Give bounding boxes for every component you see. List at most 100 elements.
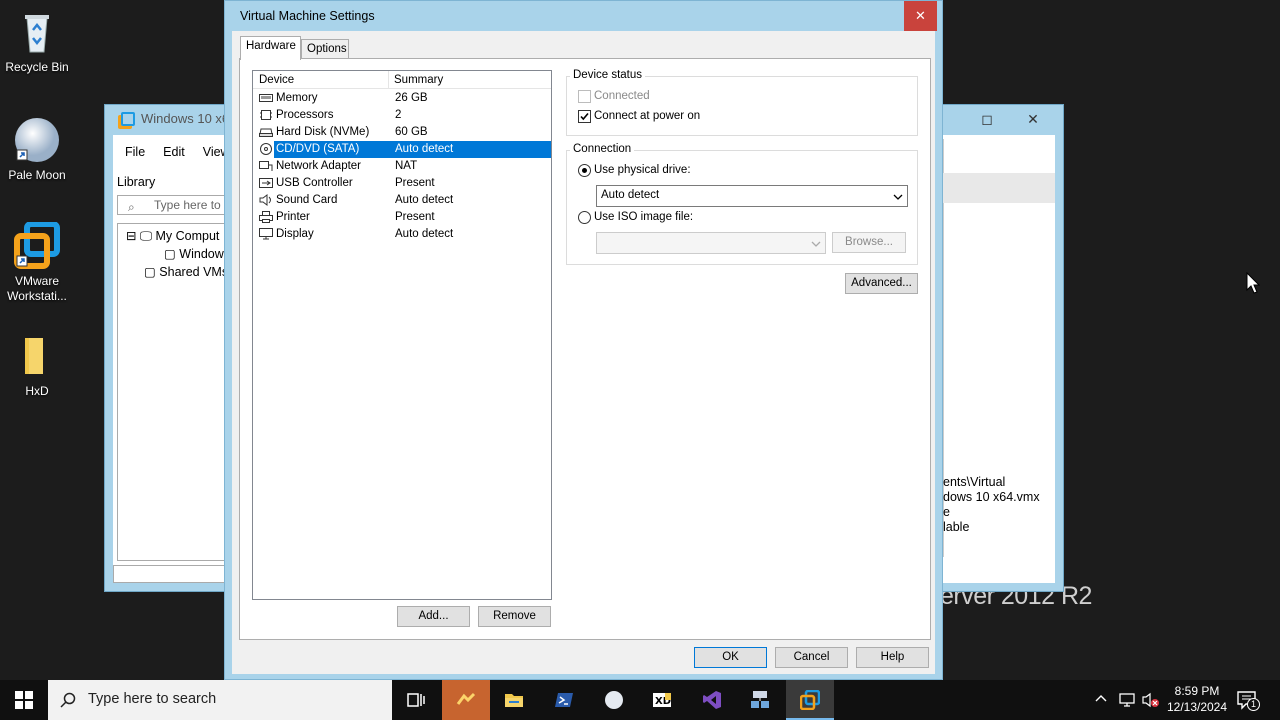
device-name: Hard Disk (NVMe)	[276, 126, 370, 138]
device-summary: Auto detect	[395, 228, 454, 240]
chevron-up-icon	[1095, 695, 1107, 702]
chevron-down-icon	[893, 194, 903, 200]
device-summary: 26 GB	[395, 92, 428, 104]
mouse-cursor-icon	[1246, 272, 1260, 294]
device-name: Network Adapter	[276, 160, 362, 172]
desktop-icon-recycle-bin[interactable]: Recycle Bin	[0, 8, 74, 75]
taskbar-app-visual-studio[interactable]	[688, 680, 736, 720]
device-row-usb-controller[interactable]: USB Controller Present	[254, 175, 552, 192]
hxd-app-icon	[456, 692, 476, 705]
device-row-printer[interactable]: Printer Present	[254, 209, 552, 226]
tray-clock[interactable]: 8:59 PM 12/13/2024	[1166, 680, 1228, 720]
remove-device-button[interactable]: Remove	[478, 606, 551, 627]
cancel-button[interactable]: Cancel	[775, 647, 848, 668]
physical-drive-select[interactable]: Auto detect	[596, 185, 908, 207]
device-row-network-adapter[interactable]: Network Adapter NAT	[254, 158, 552, 175]
add-device-button[interactable]: Add...	[397, 606, 470, 627]
detail-line: e	[943, 505, 950, 519]
tray-show-hidden-icons[interactable]	[1094, 692, 1108, 720]
device-list[interactable]: Device Summary Memory 26 GB Processors 2	[252, 70, 552, 600]
column-summary[interactable]: Summary	[394, 74, 443, 86]
taskbar-search-box[interactable]: Type here to search	[48, 680, 392, 720]
column-device[interactable]: Device	[259, 74, 294, 86]
device-status-label: Device status	[570, 69, 646, 81]
use-iso-image-radio[interactable]	[578, 211, 591, 224]
tab-hardware[interactable]: Hardware	[240, 36, 301, 60]
connect-at-power-on-checkbox[interactable]	[578, 110, 591, 123]
physical-drive-value: Auto detect	[601, 189, 660, 201]
menu-file[interactable]: File	[125, 145, 145, 159]
taskbar-app-file-explorer[interactable]	[490, 680, 538, 720]
detail-line: ents\Virtual	[943, 475, 1006, 489]
notification-count-badge: 1	[1247, 698, 1260, 711]
vmware-icon	[800, 690, 820, 710]
tree-item-my-computer[interactable]: ⊟ 🖵 My Comput	[126, 228, 219, 244]
start-button[interactable]	[0, 680, 48, 720]
windows-logo-icon	[15, 691, 33, 709]
device-row-memory[interactable]: Memory 26 GB	[254, 90, 552, 107]
network-icon	[1119, 693, 1135, 707]
library-search-input[interactable]: ⌕ Type here to s	[117, 195, 237, 215]
detail-line: dows 10 x64.vmx	[943, 490, 1040, 504]
device-row-sound-card[interactable]: Sound Card Auto detect	[254, 192, 552, 209]
help-button[interactable]: Help	[856, 647, 929, 668]
device-list-header: Device Summary	[253, 71, 551, 89]
hard-disk-icon	[259, 128, 273, 137]
taskbar-app-vmware[interactable]	[786, 680, 834, 720]
taskbar-app-powershell[interactable]	[540, 680, 588, 720]
taskbar: Type here to search XD 8:59 PM 12/13/202…	[0, 680, 1280, 720]
tree-item-vm[interactable]: ▢ Window	[164, 246, 224, 261]
taskbar-app-pale-moon[interactable]	[590, 680, 638, 720]
tray-network[interactable]	[1118, 692, 1136, 720]
use-physical-drive-label: Use physical drive:	[594, 164, 691, 176]
connected-checkbox[interactable]	[578, 90, 591, 103]
processor-icon	[260, 110, 272, 120]
library-tree[interactable]: ⊟ 🖵 My Comput ▢ Window ▢ Shared VMs	[117, 223, 239, 561]
browse-button[interactable]: Browse...	[832, 232, 906, 253]
vmware-icon	[13, 221, 61, 270]
tray-volume[interactable]	[1142, 692, 1160, 720]
menu-edit[interactable]: Edit	[163, 145, 185, 159]
desktop-icon-label: HxD	[25, 384, 49, 398]
device-row-processors[interactable]: Processors 2	[254, 107, 552, 124]
iso-image-select[interactable]	[596, 232, 826, 254]
vm-settings-dialog[interactable]: Virtual Machine Settings ✕ Hardware Opti…	[224, 0, 943, 680]
device-row-hard-disk[interactable]: Hard Disk (NVMe) 60 GB	[254, 124, 552, 141]
advanced-button[interactable]: Advanced...	[845, 273, 918, 294]
taskbar-search-placeholder: Type here to search	[88, 691, 217, 707]
device-row-cd-dvd[interactable]: CD/DVD (SATA) Auto detect	[254, 141, 552, 158]
device-name: CD/DVD (SATA)	[276, 143, 360, 155]
action-center-button[interactable]: 1	[1236, 690, 1260, 720]
taskbar-app-hex-editor[interactable]: XD	[638, 680, 686, 720]
tree-item-shared-vms[interactable]: ▢ Shared VMs	[144, 264, 228, 279]
taskbar-app-network[interactable]	[736, 680, 784, 720]
device-status-group	[566, 76, 918, 136]
use-iso-image-label: Use ISO image file:	[594, 211, 694, 223]
recycle-bin-icon	[13, 8, 61, 56]
use-physical-drive-radio[interactable]	[578, 164, 591, 177]
ok-button[interactable]: OK	[694, 647, 767, 668]
window-title: Windows 10 x64	[121, 111, 236, 126]
library-label: Library	[117, 175, 156, 189]
desktop-icon-label: Recycle Bin	[5, 60, 69, 74]
connection-label: Connection	[570, 143, 635, 155]
network-adapter-icon	[259, 161, 273, 171]
device-name: Sound Card	[276, 194, 338, 206]
close-button[interactable]: ✕	[1011, 105, 1055, 134]
clock-time: 8:59 PM	[1174, 684, 1220, 698]
device-summary: Auto detect	[395, 194, 454, 206]
search-icon	[60, 692, 76, 708]
task-view-button[interactable]	[392, 680, 440, 720]
taskbar-app-hxd[interactable]	[442, 680, 490, 720]
volume-muted-icon	[1142, 692, 1159, 708]
maximize-button[interactable]: ◻	[965, 105, 1009, 134]
folder-icon	[505, 694, 523, 707]
device-row-display[interactable]: Display Auto detect	[254, 226, 552, 243]
device-name: Display	[276, 228, 314, 240]
close-button[interactable]: ✕	[904, 1, 937, 31]
hardware-tab-panel: Device Summary Memory 26 GB Processors 2	[239, 58, 931, 640]
desktop-icon-vmware[interactable]: VMware Workstati...	[0, 221, 74, 304]
dialog-client: Hardware Options Device Summary Memory 2…	[232, 31, 935, 674]
desktop-icon-hxd[interactable]: HxD	[0, 332, 74, 399]
desktop-icon-pale-moon[interactable]: Pale Moon	[0, 116, 74, 183]
